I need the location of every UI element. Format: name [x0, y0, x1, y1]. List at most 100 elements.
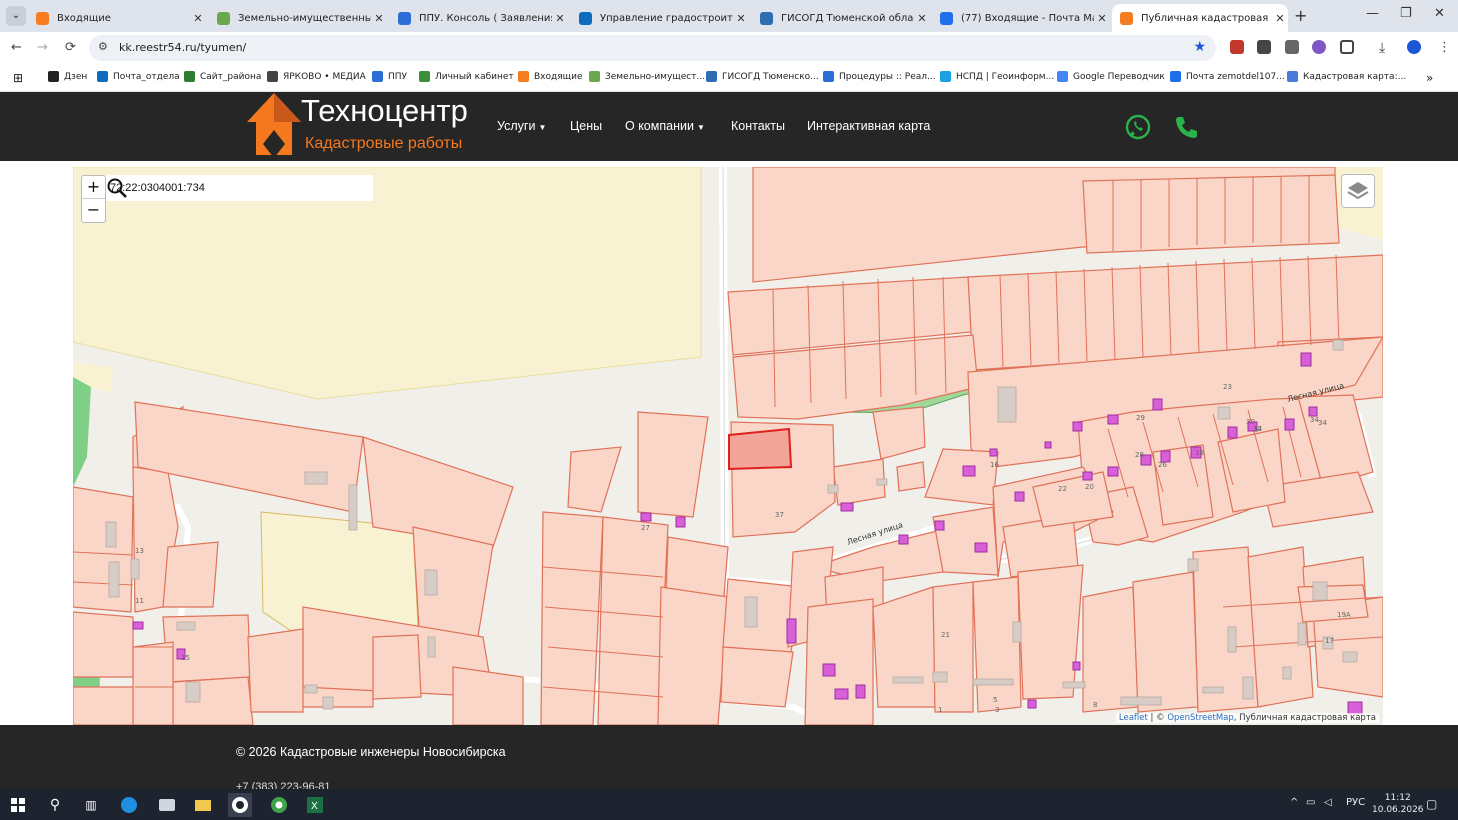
- bookmark-item[interactable]: Личный кабинет: [419, 71, 514, 82]
- tab-close-icon[interactable]: ✕: [552, 12, 568, 25]
- bookmark-item[interactable]: Дзен: [48, 71, 87, 82]
- map-canvas[interactable]: Лесная улица Лесная улица 13113715272122…: [73, 167, 1383, 725]
- house-number-label: 11: [135, 597, 144, 605]
- clock[interactable]: 11:12 10.06.2026: [1372, 792, 1424, 816]
- bookmark-star-icon[interactable]: ★: [1193, 39, 1206, 55]
- bookmark-item[interactable]: Земельно-имущест...: [589, 71, 705, 82]
- extension-icon[interactable]: [1312, 40, 1326, 54]
- site-settings-icon[interactable]: ⚙: [98, 40, 108, 53]
- more-bookmarks-button[interactable]: »: [1426, 71, 1433, 85]
- windows-start-icon[interactable]: [6, 793, 30, 817]
- network-icon[interactable]: ▭: [1306, 797, 1315, 808]
- tab-close-icon[interactable]: ✕: [914, 12, 930, 25]
- extension-icon[interactable]: [1230, 40, 1244, 54]
- app-icon[interactable]: [155, 793, 179, 817]
- tab-title: ППУ. Консоль ( Заявления с ЕП: [419, 12, 552, 24]
- bookmark-item[interactable]: Кадастровая карта:...: [1287, 71, 1406, 82]
- browser-taskbar-icon[interactable]: [228, 793, 252, 817]
- phone-icon[interactable]: [1174, 114, 1200, 140]
- edge-icon[interactable]: [117, 793, 141, 817]
- extension-icon[interactable]: [1257, 40, 1271, 54]
- nav-menu-item[interactable]: Интерактивная карта: [807, 119, 930, 133]
- cadastral-search-input[interactable]: [110, 179, 340, 197]
- tab-favicon-icon: [398, 11, 411, 25]
- house-number-label: 27: [641, 524, 650, 532]
- close-window-icon[interactable]: ✕: [1434, 6, 1445, 21]
- bookmark-favicon-icon: [267, 71, 278, 82]
- house-number-label: 34: [1318, 419, 1327, 427]
- file-explorer-icon[interactable]: [191, 793, 215, 817]
- cadastral-map[interactable]: Лесная улица Лесная улица 13 11 37 15 27 21 22…: [73, 167, 1383, 725]
- osm-link[interactable]: OpenStreetMap: [1167, 713, 1233, 723]
- volume-icon[interactable]: ◁: [1324, 797, 1332, 808]
- url-text[interactable]: kk.reestr54.ru/tyumen/: [119, 41, 246, 54]
- search-icon[interactable]: [106, 177, 128, 199]
- bookmark-item[interactable]: Входящие: [518, 71, 583, 82]
- bookmark-item[interactable]: Процедуры :: Реал...: [823, 71, 936, 82]
- tab-search-button[interactable]: ⌄: [6, 6, 26, 26]
- bookmark-item[interactable]: Google Переводчик: [1057, 71, 1165, 82]
- bookmark-item[interactable]: ГИСОГД Тюменско...: [706, 71, 819, 82]
- omnibox[interactable]: ⚙ kk.reestr54.ru/tyumen/ ★: [89, 35, 1216, 61]
- caret-down-icon: ▼: [538, 123, 547, 132]
- notifications-icon[interactable]: ▢: [1426, 797, 1437, 811]
- restore-icon[interactable]: ❐: [1400, 6, 1412, 21]
- nav-menu-item[interactable]: Услуги ▼: [497, 119, 546, 133]
- house-number-label: 18: [1195, 449, 1204, 457]
- tab-close-icon[interactable]: ✕: [190, 12, 206, 25]
- puzzle-icon[interactable]: [1340, 40, 1354, 54]
- bookmark-item[interactable]: ППУ: [372, 71, 407, 82]
- browser-tab[interactable]: Входящие ✕: [28, 4, 206, 32]
- chrome-icon[interactable]: [267, 793, 291, 817]
- search-icon[interactable]: ⚲: [43, 793, 67, 817]
- reload-icon[interactable]: ⟳: [65, 40, 76, 55]
- browser-tab[interactable]: ППУ. Консоль ( Заявления с ЕП✕: [390, 4, 568, 32]
- download-icon[interactable]: ⤓: [1379, 40, 1385, 56]
- bookmark-label: ППУ: [388, 71, 408, 82]
- task-view-icon[interactable]: ▥: [79, 793, 103, 817]
- nav-menu-label: Интерактивная карта: [807, 119, 931, 133]
- forward-icon[interactable]: →: [37, 40, 48, 55]
- excel-icon[interactable]: X: [303, 793, 327, 817]
- back-icon[interactable]: ←: [11, 40, 22, 55]
- tab-close-icon[interactable]: ✕: [1272, 12, 1288, 25]
- bookmark-item[interactable]: Сайт_района: [184, 71, 261, 82]
- site-footer: © 2026 Кадастровые инженеры Новосибирска…: [0, 725, 1458, 793]
- tab-close-icon[interactable]: ✕: [1094, 12, 1110, 25]
- house-number-label: 32: [1253, 425, 1262, 433]
- browser-tab[interactable]: Земельно-имущественный ко✕: [209, 4, 387, 32]
- browser-tab[interactable]: (77) Входящие - Почта Mail ✕: [932, 4, 1110, 32]
- nav-menu-item[interactable]: Контакты: [731, 119, 785, 133]
- clock-date: 10.06.2026: [1372, 805, 1424, 815]
- apps-grid-icon[interactable]: ⊞: [13, 71, 23, 85]
- bookmark-item[interactable]: Почта zemotdel107...: [1170, 71, 1285, 82]
- menu-dots-icon[interactable]: ⋮: [1438, 40, 1451, 55]
- nav-menu-item[interactable]: О компании ▼: [625, 119, 705, 133]
- house-number-label: 1: [938, 706, 942, 714]
- bookmark-item[interactable]: Почта_отдела: [97, 71, 180, 82]
- new-tab-button[interactable]: +: [1294, 6, 1307, 25]
- profile-icon[interactable]: [1407, 40, 1421, 54]
- tab-title: Управление градостроительн: [600, 12, 733, 24]
- browser-tab[interactable]: ГИСОГД Тюменской области✕: [752, 4, 930, 32]
- bookmark-item[interactable]: ЯРКОВО • МЕДИА: [267, 71, 366, 82]
- browser-tab[interactable]: Управление градостроительн✕: [571, 4, 749, 32]
- zoom-control: + −: [81, 175, 106, 223]
- tray-chevron-icon[interactable]: ^: [1290, 797, 1298, 808]
- minimize-icon[interactable]: —: [1366, 6, 1379, 21]
- leaflet-link[interactable]: Leaflet: [1119, 713, 1148, 723]
- logo-title[interactable]: Техноцентр: [301, 93, 468, 129]
- tab-close-icon[interactable]: ✕: [371, 12, 387, 25]
- bookmark-item[interactable]: НСПД | Геоинформ...: [940, 71, 1054, 82]
- logo-house-icon[interactable]: [245, 92, 303, 161]
- zoom-out-button[interactable]: −: [82, 199, 105, 222]
- layers-button[interactable]: [1341, 174, 1375, 208]
- tab-close-icon[interactable]: ✕: [733, 12, 749, 25]
- browser-tab[interactable]: Публичная кадастровая карта✕: [1112, 4, 1288, 32]
- nav-menu-item[interactable]: Цены: [570, 119, 602, 133]
- chevron-down-icon: ⌄: [11, 10, 21, 21]
- whatsapp-icon[interactable]: [1125, 114, 1151, 140]
- extension-icon[interactable]: [1285, 40, 1299, 54]
- zoom-in-button[interactable]: +: [82, 176, 105, 199]
- language-indicator[interactable]: РУС: [1346, 797, 1365, 808]
